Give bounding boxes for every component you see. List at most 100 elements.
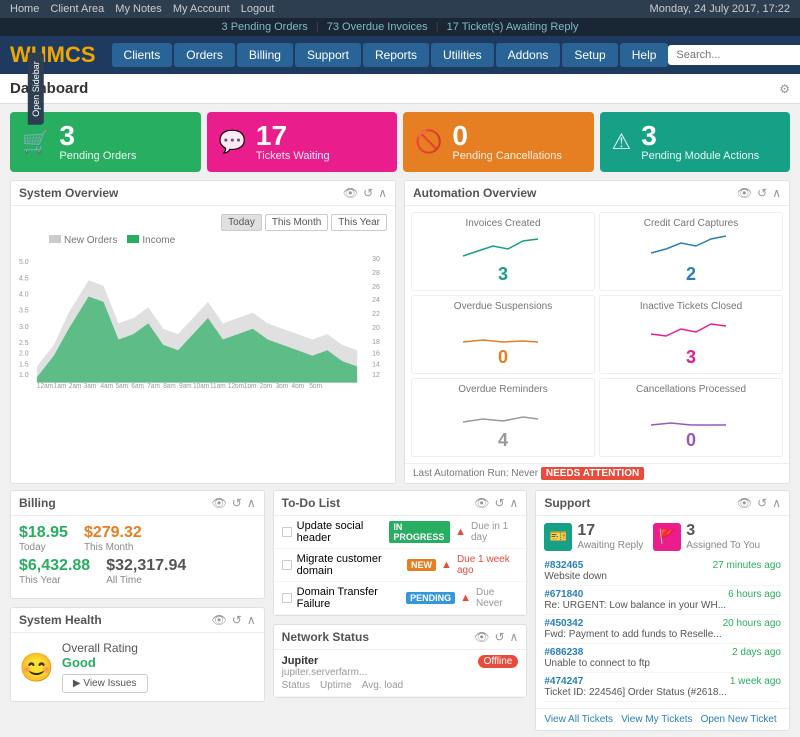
- system-overview-title: System Overview: [19, 186, 118, 200]
- eye-icon[interactable]: 👁: [474, 496, 489, 510]
- system-overview-icons[interactable]: 👁 ↺ ∧: [343, 186, 387, 200]
- eye-icon[interactable]: 👁: [212, 613, 227, 627]
- nav-support[interactable]: Support: [295, 43, 361, 67]
- ticket-time-5: 1 week ago: [730, 676, 781, 687]
- dashboard-gear-icon[interactable]: ⚙: [779, 82, 790, 96]
- refresh-icon[interactable]: ↺: [757, 496, 767, 510]
- nav-billing[interactable]: Billing: [237, 43, 293, 67]
- refresh-icon[interactable]: ↺: [494, 630, 504, 644]
- todo-text-3: Domain Transfer Failure: [297, 586, 401, 610]
- svg-text:1am: 1am: [54, 383, 67, 388]
- nav-client-area[interactable]: Client Area: [50, 3, 104, 15]
- collapse-icon[interactable]: ∧: [772, 496, 781, 510]
- view-all-tickets-link[interactable]: View All Tickets: [544, 714, 613, 725]
- svg-text:3pm: 3pm: [276, 383, 289, 388]
- nav-help[interactable]: Help: [620, 43, 669, 67]
- collapse-icon[interactable]: ∧: [772, 186, 781, 200]
- refresh-icon[interactable]: ↺: [494, 496, 504, 510]
- legend-income: Income: [127, 235, 175, 246]
- stat-card-module-actions[interactable]: ⚠ 3 Pending Module Actions: [600, 112, 791, 172]
- automation-footer: Last Automation Run: Never NEEDS ATTENTI…: [405, 463, 789, 483]
- nav-setup[interactable]: Setup: [562, 43, 617, 67]
- btn-this-year[interactable]: This Year: [331, 214, 387, 231]
- automation-icons[interactable]: 👁 ↺ ∧: [737, 186, 781, 200]
- tickets-awaiting-notif[interactable]: 17 Ticket(s) Awaiting Reply: [447, 21, 579, 33]
- nav-logout[interactable]: Logout: [241, 3, 275, 15]
- todo-item-3[interactable]: Domain Transfer Failure PENDING ▲ Due Ne…: [274, 582, 527, 615]
- todo-item-2[interactable]: Migrate customer domain NEW ▲ Due 1 week…: [274, 549, 527, 582]
- eye-icon[interactable]: 👁: [343, 186, 358, 200]
- collapse-icon[interactable]: ∧: [378, 186, 387, 200]
- collapse-icon[interactable]: ∧: [247, 496, 256, 510]
- main-nav[interactable]: Clients Orders Billing Support Reports U…: [112, 43, 669, 67]
- health-icons[interactable]: 👁 ↺ ∧: [212, 613, 256, 627]
- overdue-invoices-notif[interactable]: 73 Overdue Invoices: [327, 21, 428, 33]
- ticket-id-5[interactable]: #474247: [544, 676, 583, 687]
- stat-card-cancellations[interactable]: 🚫 0 Pending Cancellations: [403, 112, 594, 172]
- todo-list: Update social header IN PROGRESS ▲ Due i…: [274, 516, 527, 615]
- ticket-id-4[interactable]: #686238: [544, 647, 583, 658]
- btn-this-month[interactable]: This Month: [265, 214, 328, 231]
- ticket-item-1[interactable]: #832465 27 minutes ago Website down: [544, 557, 781, 586]
- billing-title: Billing: [19, 496, 56, 510]
- sidebar-open-tab[interactable]: Open Sidebar: [28, 53, 44, 125]
- search-input[interactable]: [668, 45, 800, 65]
- view-issues-button[interactable]: ▶ View Issues: [62, 674, 148, 693]
- todo-checkbox-3[interactable]: [282, 593, 292, 603]
- collapse-icon[interactable]: ∧: [510, 630, 519, 644]
- refresh-icon[interactable]: ↺: [363, 186, 373, 200]
- search-box[interactable]: [668, 45, 800, 65]
- svg-text:2pm: 2pm: [260, 383, 273, 388]
- todo-checkbox-1[interactable]: [282, 527, 292, 537]
- todo-item-1[interactable]: Update social header IN PROGRESS ▲ Due i…: [274, 516, 527, 549]
- eye-icon[interactable]: 👁: [737, 496, 752, 510]
- refresh-icon[interactable]: ↺: [232, 613, 242, 627]
- ticket-item-3[interactable]: #450342 20 hours ago Fwd: Payment to add…: [544, 615, 781, 644]
- network-item-jupiter: Jupiter jupiter.serverfarm... Offline St…: [274, 650, 527, 697]
- nav-my-account[interactable]: My Account: [173, 3, 230, 15]
- todo-icons[interactable]: 👁 ↺ ∧: [474, 496, 518, 510]
- eye-icon[interactable]: 👁: [474, 630, 489, 644]
- network-icons[interactable]: 👁 ↺ ∧: [474, 630, 518, 644]
- health-content: 😊 Overall Rating Good ▶ View Issues: [11, 633, 264, 701]
- support-title: Support: [544, 496, 590, 510]
- support-icons[interactable]: 👁 ↺ ∧: [737, 496, 781, 510]
- ticket-id-3[interactable]: #450342: [544, 618, 583, 629]
- support-header: Support 👁 ↺ ∧: [536, 491, 789, 516]
- ticket-item-4[interactable]: #686238 2 days ago Unable to connect to …: [544, 644, 781, 673]
- ticket-id-2[interactable]: #671840: [544, 589, 583, 600]
- svg-text:28: 28: [372, 268, 380, 277]
- stat-card-tickets[interactable]: 💬 17 Tickets Waiting: [207, 112, 398, 172]
- assigned-num: 3: [686, 522, 760, 540]
- todo-text-1: Update social header: [297, 520, 385, 544]
- refresh-icon[interactable]: ↺: [232, 496, 242, 510]
- refresh-icon[interactable]: ↺: [757, 186, 767, 200]
- eye-icon[interactable]: 👁: [212, 496, 227, 510]
- collapse-icon[interactable]: ∧: [510, 496, 519, 510]
- top-nav[interactable]: Home Client Area My Notes My Account Log…: [10, 3, 282, 15]
- chart-period-buttons[interactable]: Today This Month This Year: [19, 214, 387, 231]
- eye-icon[interactable]: 👁: [737, 186, 752, 200]
- health-overall-label: Overall Rating: [62, 641, 148, 655]
- nav-home[interactable]: Home: [10, 3, 39, 15]
- network-col-avg: Avg. load: [362, 680, 404, 691]
- reminders-chart: [420, 397, 586, 427]
- nav-utilities[interactable]: Utilities: [431, 43, 494, 67]
- ticket-id-1[interactable]: #832465: [544, 560, 583, 571]
- view-my-tickets-link[interactable]: View My Tickets: [621, 714, 693, 725]
- pending-orders-notif[interactable]: 3 Pending Orders: [222, 21, 308, 33]
- todo-checkbox-2[interactable]: [282, 560, 292, 570]
- billing-icons[interactable]: 👁 ↺ ∧: [212, 496, 256, 510]
- auto-cc-captures: Credit Card Captures 2: [599, 212, 783, 291]
- nav-reports[interactable]: Reports: [363, 43, 429, 67]
- open-new-ticket-link[interactable]: Open New Ticket: [701, 714, 777, 725]
- nav-my-notes[interactable]: My Notes: [115, 3, 161, 15]
- btn-today[interactable]: Today: [221, 214, 262, 231]
- nav-addons[interactable]: Addons: [496, 43, 561, 67]
- collapse-icon[interactable]: ∧: [247, 613, 256, 627]
- ticket-item-5[interactable]: #474247 1 week ago Ticket ID: 224546] Or…: [544, 673, 781, 702]
- nav-orders[interactable]: Orders: [174, 43, 235, 67]
- cart-icon: 🛒: [22, 129, 49, 155]
- billing-content: $18.95 Today $279.32 This Month $6,432.8…: [11, 516, 264, 598]
- nav-clients[interactable]: Clients: [112, 43, 173, 67]
